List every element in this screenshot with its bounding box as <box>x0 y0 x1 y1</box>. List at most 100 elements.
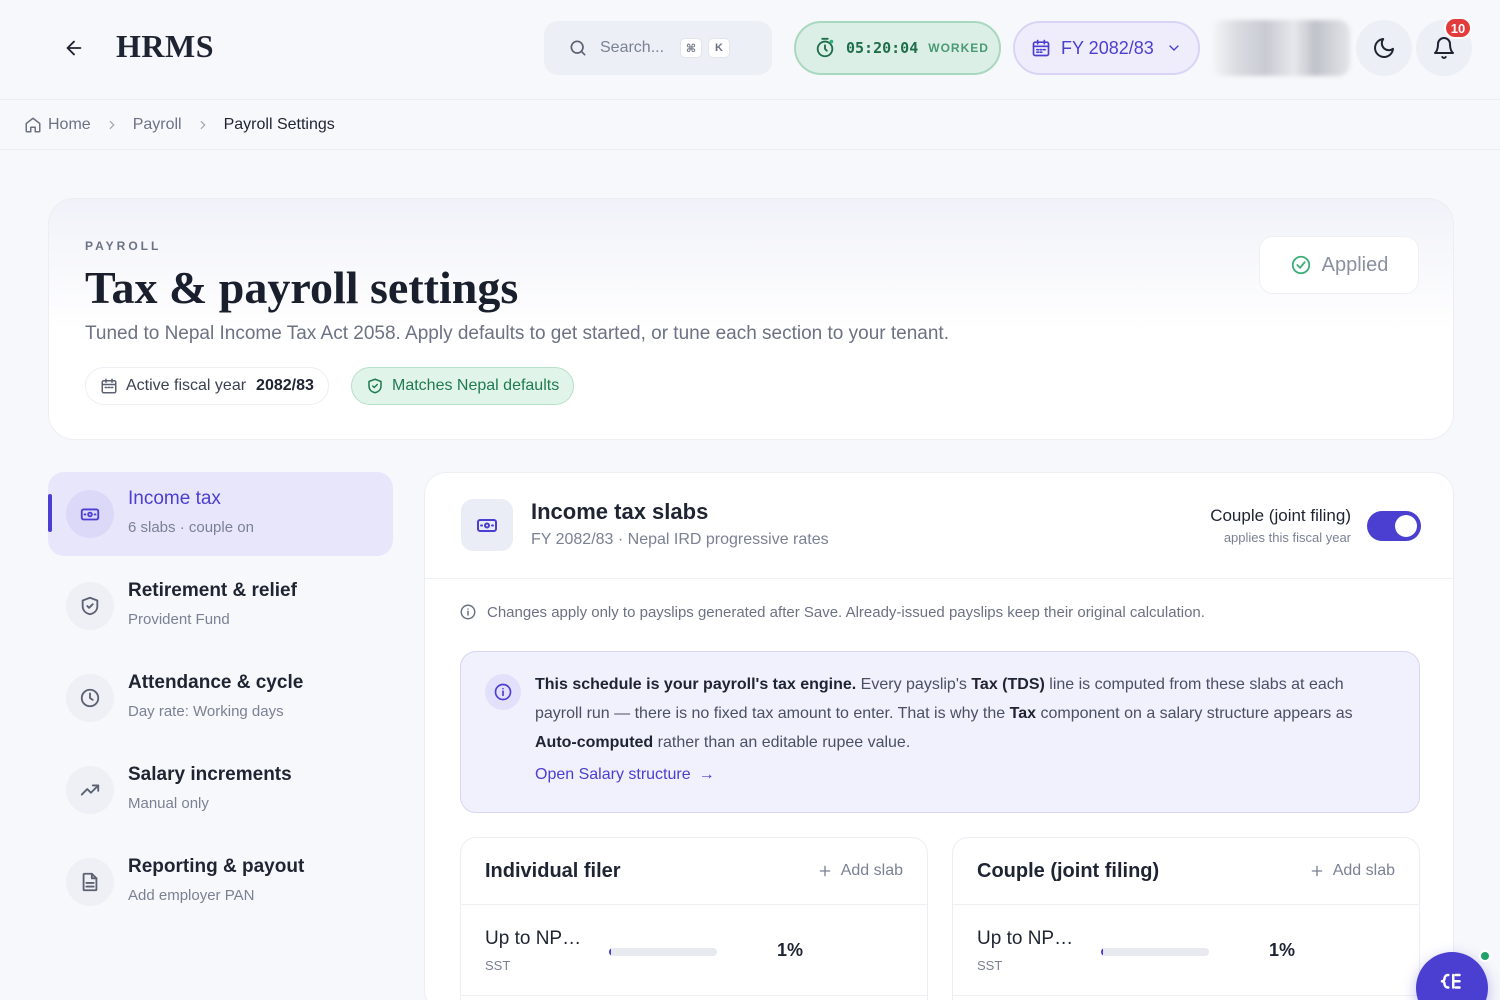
work-timer[interactable]: 05:20:04 WORKED <box>794 21 1001 75</box>
joint-filing-label: Couple (joint filing) <box>1210 506 1351 525</box>
fiscal-year-selector[interactable]: FY 2082/83 <box>1013 21 1200 75</box>
nav-item-income-tax[interactable]: Income tax 6 slabs · couple on <box>48 472 393 556</box>
slab-range: Up to NP… <box>977 928 1074 949</box>
slab-rate: 1% <box>1269 940 1296 960</box>
info-icon <box>460 604 476 620</box>
add-slab-label: Add slab <box>1332 862 1395 879</box>
search-icon <box>570 40 586 56</box>
stopwatch-icon <box>816 37 834 58</box>
plus-icon <box>819 865 831 877</box>
theme-toggle-button[interactable] <box>1356 20 1412 76</box>
nav-item-title: Attendance & cycle <box>128 672 304 693</box>
applied-button[interactable]: Applied <box>1259 236 1419 294</box>
income-tax-panel: Income tax slabs FY 2082/83 · Nepal IRD … <box>424 472 1455 1000</box>
document-icon <box>66 858 114 906</box>
breadcrumb-home-label: Home <box>48 116 91 133</box>
card-title: Individual filer <box>485 860 621 882</box>
notification-count-badge: 10 <box>1444 17 1472 39</box>
panel-subtitle: FY 2082/83 · Nepal IRD progressive rates <box>531 531 829 548</box>
save-note: Changes apply only to payslips generated… <box>459 603 1205 621</box>
callout-strong-engine: This schedule is your payroll's tax engi… <box>535 676 857 693</box>
nav-item-reporting-payout[interactable]: Reporting & payout Add employer PAN <box>48 840 393 924</box>
shortcut-key-k: K <box>708 38 731 58</box>
shield-icon <box>66 582 114 630</box>
slab-range: Up to NP… <box>485 928 582 949</box>
nav-item-subtitle: Day rate: Working days <box>128 703 284 720</box>
callout-strong-tds: Tax (TDS) <box>971 676 1045 693</box>
joint-filing-label-group: Couple (joint filing) applies this fisca… <box>1210 506 1351 545</box>
breadcrumb-current: Payroll Settings <box>223 116 335 133</box>
hero-eyebrow: PAYROLL <box>85 239 162 253</box>
applied-label: Applied <box>1321 253 1389 276</box>
back-button[interactable] <box>56 30 92 66</box>
breadcrumb-home[interactable]: Home <box>24 116 91 134</box>
card-title: Couple (joint filing) <box>977 860 1160 882</box>
arrow-left-icon <box>66 40 82 56</box>
search-placeholder: Search... <box>600 39 665 56</box>
open-salary-structure-link[interactable]: Open Salary structure → <box>535 766 715 784</box>
card-header: Individual filer Add slab <box>461 838 927 905</box>
bell-icon <box>1434 37 1454 59</box>
tax-engine-callout: This schedule is your payroll's tax engi… <box>460 651 1420 813</box>
table-row[interactable]: Up to NP… SST 1% <box>461 906 927 996</box>
table-row[interactable]: Up to NP… SST 1% <box>953 906 1419 996</box>
callout-text-part: component on a salary structure appears … <box>1036 705 1353 722</box>
nav-item-salary-increments[interactable]: Salary increments Manual only <box>48 748 393 832</box>
active-fiscal-year-chip: Active fiscal year 2082/83 <box>85 367 329 405</box>
nav-item-title: Reporting & payout <box>128 856 305 877</box>
check-circle-icon <box>1291 255 1310 275</box>
slab-rate: 1% <box>777 940 804 960</box>
card-header: Couple (joint filing) Add slab <box>953 838 1419 905</box>
joint-filing-toggle[interactable] <box>1367 511 1421 541</box>
nav-item-title: Salary increments <box>128 764 292 785</box>
settings-hero-card: PAYROLL Tax & payroll settings Tuned to … <box>48 198 1454 440</box>
nav-item-subtitle: Add employer PAN <box>128 887 255 904</box>
timer-value: 05:20:04 <box>846 39 919 57</box>
shield-check-icon <box>368 378 382 394</box>
nav-item-subtitle: 6 slabs · couple on <box>128 519 254 536</box>
card-icon <box>461 499 513 551</box>
page-title: Tax & payroll settings <box>85 262 519 313</box>
active-fiscal-year-label: Active fiscal year <box>126 377 247 394</box>
slab-rate-bar-fill <box>609 948 612 956</box>
panel-header: Income tax slabs FY 2082/83 · Nepal IRD … <box>425 473 1455 579</box>
breadcrumb-payroll[interactable]: Payroll <box>133 116 182 134</box>
header-divider <box>0 149 1500 150</box>
slab-rate-bar-fill <box>1101 948 1104 956</box>
trend-icon <box>66 766 114 814</box>
add-slab-label: Add slab <box>840 862 903 879</box>
callout-strong-auto: Auto-computed <box>535 734 654 751</box>
callout-strong-tax: Tax <box>1009 705 1037 722</box>
timer-label: WORKED <box>928 41 989 55</box>
chevron-right-icon <box>196 118 210 132</box>
home-icon <box>25 117 41 133</box>
panel-title: Income tax slabs <box>531 499 709 524</box>
nav-item-retirement-relief[interactable]: Retirement & relief Provident Fund <box>48 564 393 648</box>
add-slab-button[interactable]: Add slab <box>1309 862 1395 880</box>
user-avatar[interactable] <box>1210 20 1350 76</box>
callout-text-part: rather than an editable rupee value. <box>653 734 911 751</box>
callout-text: This schedule is your payroll's tax engi… <box>535 670 1395 757</box>
card-icon <box>66 490 114 538</box>
slab-rate-bar <box>609 948 717 956</box>
breadcrumb: Home Payroll Payroll Settings <box>24 112 335 138</box>
plus-icon <box>1311 865 1323 877</box>
nav-item-subtitle: Provident Fund <box>128 611 230 628</box>
page-subtitle: Tuned to Nepal Income Tax Act 2058. Appl… <box>85 323 949 344</box>
top-bar: HRMS Search... ⌘ K 05:20:04 WORKED FY 20… <box>0 0 1500 100</box>
assistant-icon <box>1440 973 1461 989</box>
slab-type: SST <box>977 958 1003 973</box>
slab-rate-bar <box>1101 948 1209 956</box>
search-box[interactable]: Search... ⌘ K <box>544 21 772 75</box>
nav-item-attendance-cycle[interactable]: Attendance & cycle Day rate: Working day… <box>48 656 393 740</box>
joint-filing-sublabel: applies this fiscal year <box>1223 530 1351 545</box>
fiscal-year-value: FY 2082/83 <box>1061 37 1154 58</box>
slab-type: SST <box>485 958 511 973</box>
add-slab-button[interactable]: Add slab <box>817 862 903 880</box>
info-icon <box>485 674 521 710</box>
individual-filer-card: Individual filer Add slab Up to NP… SST … <box>460 837 928 1000</box>
brand-title: HRMS <box>116 28 214 64</box>
defaults-status-label: Matches Nepal defaults <box>392 377 560 394</box>
moon-icon <box>1374 38 1394 58</box>
active-fiscal-year-value: 2082/83 <box>256 377 314 394</box>
